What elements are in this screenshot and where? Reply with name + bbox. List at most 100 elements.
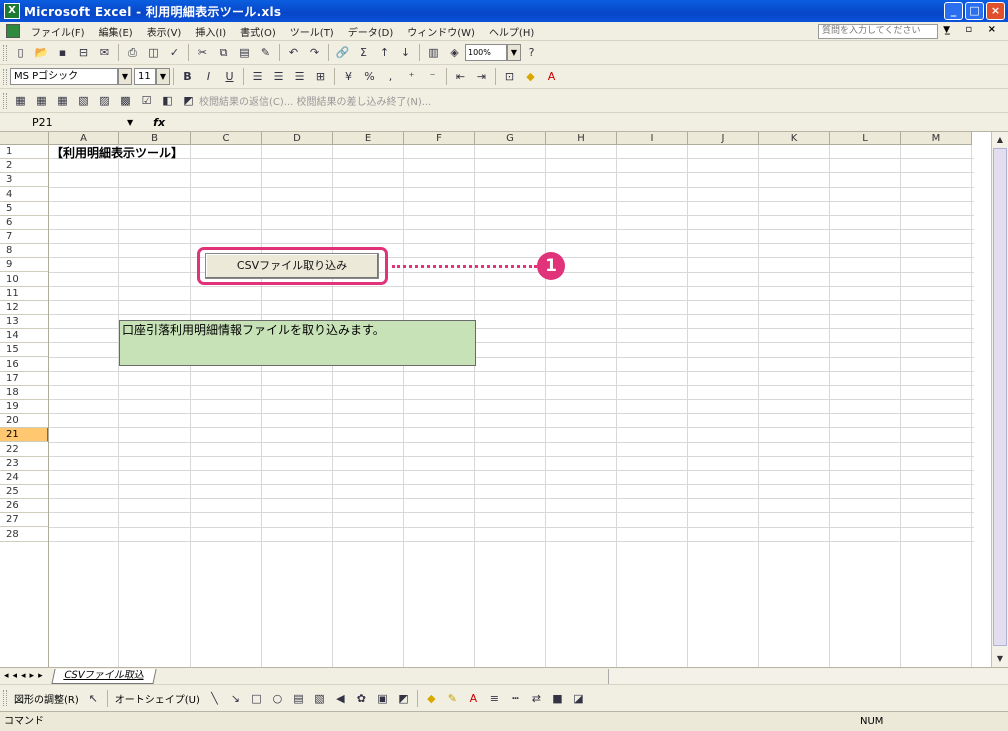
row-header-1[interactable]: 1 (0, 145, 49, 159)
review-reply-menu[interactable]: 校閲結果の返信(C)... 校閲結果の差し込み終了(N)... (199, 93, 431, 108)
decrease-decimal-icon[interactable]: ⁻ (423, 68, 442, 86)
row-header-12[interactable]: 12 (0, 300, 49, 315)
column-header-l[interactable]: L (830, 132, 901, 145)
row-header-17[interactable]: 17 (0, 371, 49, 386)
copy-icon[interactable]: ⧉ (214, 44, 233, 62)
zoom-dropdown-icon[interactable]: ▼ (507, 44, 521, 61)
drawing-icon[interactable]: ◈ (445, 44, 464, 62)
textbox-icon[interactable]: ▤ (289, 689, 308, 707)
row-header-7[interactable]: 7 (0, 230, 49, 245)
row-header-2[interactable]: 2 (0, 159, 49, 174)
close-button[interactable]: × (986, 2, 1005, 20)
column-header-k[interactable]: K (759, 132, 830, 145)
row-header-18[interactable]: 18 (0, 385, 49, 400)
borders-icon[interactable]: ⊡ (500, 68, 519, 86)
review-icon-6[interactable]: ▩ (116, 92, 135, 110)
decrease-indent-icon[interactable]: ⇤ (451, 68, 470, 86)
font-name-dropdown-icon[interactable]: ▼ (118, 68, 132, 85)
help-icon[interactable]: ? (522, 44, 541, 62)
insert-function-icon[interactable]: fx (153, 116, 165, 129)
row-header-3[interactable]: 3 (0, 173, 49, 188)
fill-color-draw-icon[interactable]: ◆ (422, 689, 441, 707)
redo-icon[interactable]: ↷ (305, 44, 324, 62)
workbook-window-controls[interactable]: _ ▫ × (945, 24, 1002, 35)
workbook-icon[interactable] (6, 24, 20, 38)
review-icon-1[interactable]: ▦ (11, 92, 30, 110)
name-box[interactable]: P21 (32, 114, 127, 131)
menu-view[interactable]: 表示(V) (140, 24, 189, 39)
row-header-23[interactable]: 23 (0, 456, 49, 471)
undo-icon[interactable]: ↶ (284, 44, 303, 62)
font-color-icon[interactable]: A (542, 68, 561, 86)
maximize-button[interactable]: □ (965, 2, 984, 20)
row-header-5[interactable]: 5 (0, 201, 49, 216)
font-color-draw-icon[interactable]: A (464, 689, 483, 707)
diagram-icon[interactable]: ◀ (331, 689, 350, 707)
toolbar-grip[interactable] (3, 44, 7, 61)
menu-edit[interactable]: 編集(E) (92, 24, 140, 39)
picture2-icon[interactable]: ◩ (394, 689, 413, 707)
dash-style-icon[interactable]: ┅ (506, 689, 525, 707)
align-left-icon[interactable]: ☰ (248, 68, 267, 86)
save-icon[interactable]: ▪ (53, 44, 72, 62)
scroll-up-icon[interactable]: ▲ (993, 133, 1007, 147)
sort-descending-icon[interactable]: ↓ (396, 44, 415, 62)
row-header-13[interactable]: 13 (0, 315, 49, 330)
scroll-down-icon[interactable]: ▼ (993, 652, 1007, 666)
scroll-thumb[interactable] (993, 148, 1007, 646)
column-header-b[interactable]: B (119, 132, 191, 145)
review-icon-4[interactable]: ▧ (74, 92, 93, 110)
row-header-15[interactable]: 15 (0, 343, 49, 358)
align-right-icon[interactable]: ☰ (290, 68, 309, 86)
cut-icon[interactable]: ✂ (193, 44, 212, 62)
line-icon[interactable]: ╲ (205, 689, 224, 707)
toolbar-grip[interactable] (3, 92, 7, 109)
toolbar-grip[interactable] (3, 68, 7, 85)
arrow-icon[interactable]: ↘ (226, 689, 245, 707)
wordart-icon[interactable]: ▧ (310, 689, 329, 707)
picture-icon[interactable]: ▣ (373, 689, 392, 707)
name-box-dropdown-icon[interactable]: ▼ (127, 118, 133, 127)
column-header-m[interactable]: M (901, 132, 972, 145)
column-header-j[interactable]: J (688, 132, 759, 145)
row-header-16[interactable]: 16 (0, 357, 49, 372)
review-icon-8[interactable]: ◧ (158, 92, 177, 110)
increase-decimal-icon[interactable]: ⁺ (402, 68, 421, 86)
print-icon[interactable]: ⎙ (123, 44, 142, 62)
currency-icon[interactable]: ¥ (339, 68, 358, 86)
review-icon-5[interactable]: ▨ (95, 92, 114, 110)
column-header-a[interactable]: A (49, 132, 119, 145)
menu-format[interactable]: 書式(O) (233, 24, 283, 39)
permission-icon[interactable]: ⊟ (74, 44, 93, 62)
column-header-c[interactable]: C (191, 132, 262, 145)
bold-icon[interactable]: B (178, 68, 197, 86)
row-header-14[interactable]: 14 (0, 329, 49, 344)
vertical-scrollbar[interactable]: ▲ ▼ (991, 132, 1008, 667)
row-header-8[interactable]: 8 (0, 244, 49, 259)
arrow-style-icon[interactable]: ⇄ (527, 689, 546, 707)
clipart-icon[interactable]: ✿ (352, 689, 371, 707)
paste-icon[interactable]: ▤ (235, 44, 254, 62)
row-header-26[interactable]: 26 (0, 499, 49, 514)
fill-color-icon[interactable]: ◆ (521, 68, 540, 86)
line-color-icon[interactable]: ✎ (443, 689, 462, 707)
comma-icon[interactable]: , (381, 68, 400, 86)
line-style-icon[interactable]: ≡ (485, 689, 504, 707)
instruction-textbox[interactable]: 口座引落利用明細情報ファイルを取り込みます。 (119, 320, 476, 366)
column-header-g[interactable]: G (475, 132, 546, 145)
zoom-select[interactable]: 100% (465, 44, 507, 61)
row-header-28[interactable]: 28 (0, 527, 49, 542)
worksheet-grid[interactable]: A B C D E F G H I J K L M 1 2 3 4 5 6 7 8 9 10 11 12 13 14 15 16 17 18… (0, 132, 1008, 667)
font-size-dropdown-icon[interactable]: ▼ (156, 68, 170, 85)
column-header-h[interactable]: H (546, 132, 617, 145)
row-header-6[interactable]: 6 (0, 215, 49, 230)
sheet-nav-icons[interactable]: ◂◂◂▸▸ (4, 671, 47, 681)
minimize-button[interactable]: _ (944, 2, 963, 20)
review-icon-2[interactable]: ▦ (32, 92, 51, 110)
review-icon-9[interactable]: ◩ (179, 92, 198, 110)
menu-insert[interactable]: 挿入(I) (188, 24, 233, 39)
row-header-24[interactable]: 24 (0, 470, 49, 485)
row-header-25[interactable]: 25 (0, 485, 49, 500)
toolbar-grip[interactable] (3, 690, 7, 706)
row-header-11[interactable]: 11 (0, 286, 49, 301)
